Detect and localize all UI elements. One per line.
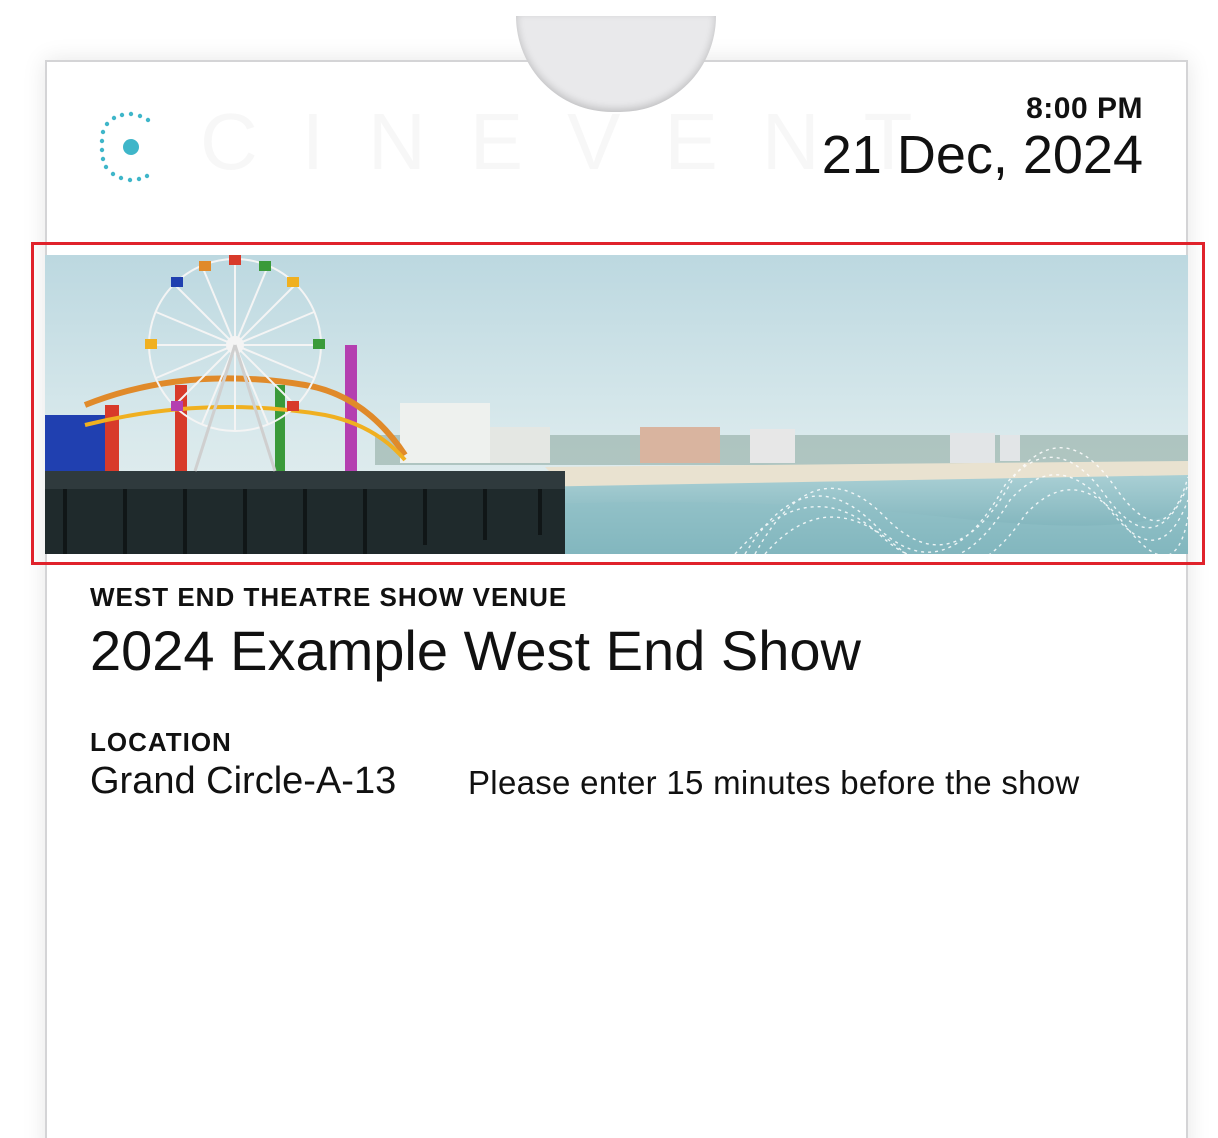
location-value: Grand Circle-A-13	[90, 760, 397, 802]
event-time: 8:00 PM	[1026, 92, 1143, 125]
venue-label: WEST END THEATRE SHOW VENUE	[90, 582, 568, 612]
wallet-pass-screen: CINEVENT 8:00 PM 21 Dec, 2024 WEST END T…	[0, 0, 1218, 1138]
entry-note: Please enter 15 minutes before the show	[468, 764, 1080, 801]
event-date: 21 Dec, 2024	[821, 125, 1143, 185]
show-title: 2024 Example West End Show	[90, 619, 861, 682]
highlight-frame	[31, 242, 1205, 565]
pass-top-gap	[505, 0, 727, 16]
location-label: LOCATION	[90, 727, 232, 757]
